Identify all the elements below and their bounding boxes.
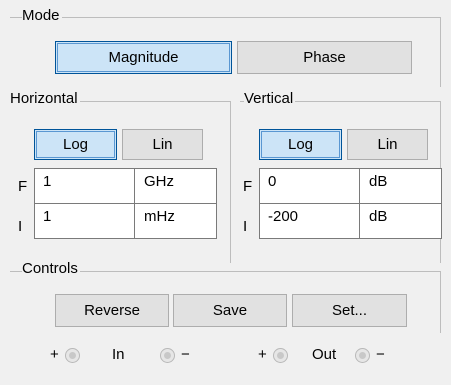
horizontal-lin-button[interactable]: Lin [122,129,203,160]
vertical-log-button[interactable]: Log [259,129,342,160]
controls-group-title: Controls [22,260,80,278]
reverse-button[interactable]: Reverse [55,294,169,327]
in-minus-radio[interactable] [160,348,175,363]
horizontal-i-value-field[interactable]: 1 [34,203,135,239]
vertical-i-label: I [243,218,248,235]
horizontal-f-unit-field[interactable]: GHz [134,168,217,204]
in-plus-sign: + [50,346,59,363]
horizontal-f-label: F [18,178,28,195]
vertical-lin-button[interactable]: Lin [347,129,428,160]
horizontal-i-label: I [18,218,23,235]
out-plus-radio[interactable] [273,348,288,363]
in-minus-sign: − [181,346,190,363]
vertical-f-value-field[interactable]: 0 [259,168,360,204]
save-button[interactable]: Save [173,294,287,327]
in-label: In [112,346,125,363]
out-label: Out [312,346,337,363]
vertical-i-value-field[interactable]: -200 [259,203,360,239]
set-button[interactable]: Set... [292,294,407,327]
in-plus-radio[interactable] [65,348,80,363]
horizontal-group-title: Horizontal [10,90,80,108]
mode-group-title: Mode [22,7,62,25]
horizontal-i-unit-field[interactable]: mHz [134,203,217,239]
vertical-i-unit-field[interactable]: dB [359,203,442,239]
phase-button[interactable]: Phase [237,41,412,74]
vertical-group-title: Vertical [244,90,296,108]
vertical-f-unit-field[interactable]: dB [359,168,442,204]
out-plus-sign: + [258,346,267,363]
horizontal-f-value-field[interactable]: 1 [34,168,135,204]
magnitude-button[interactable]: Magnitude [55,41,232,74]
vertical-f-label: F [243,178,253,195]
out-minus-sign: − [376,346,385,363]
horizontal-log-button[interactable]: Log [34,129,117,160]
out-minus-radio[interactable] [355,348,370,363]
